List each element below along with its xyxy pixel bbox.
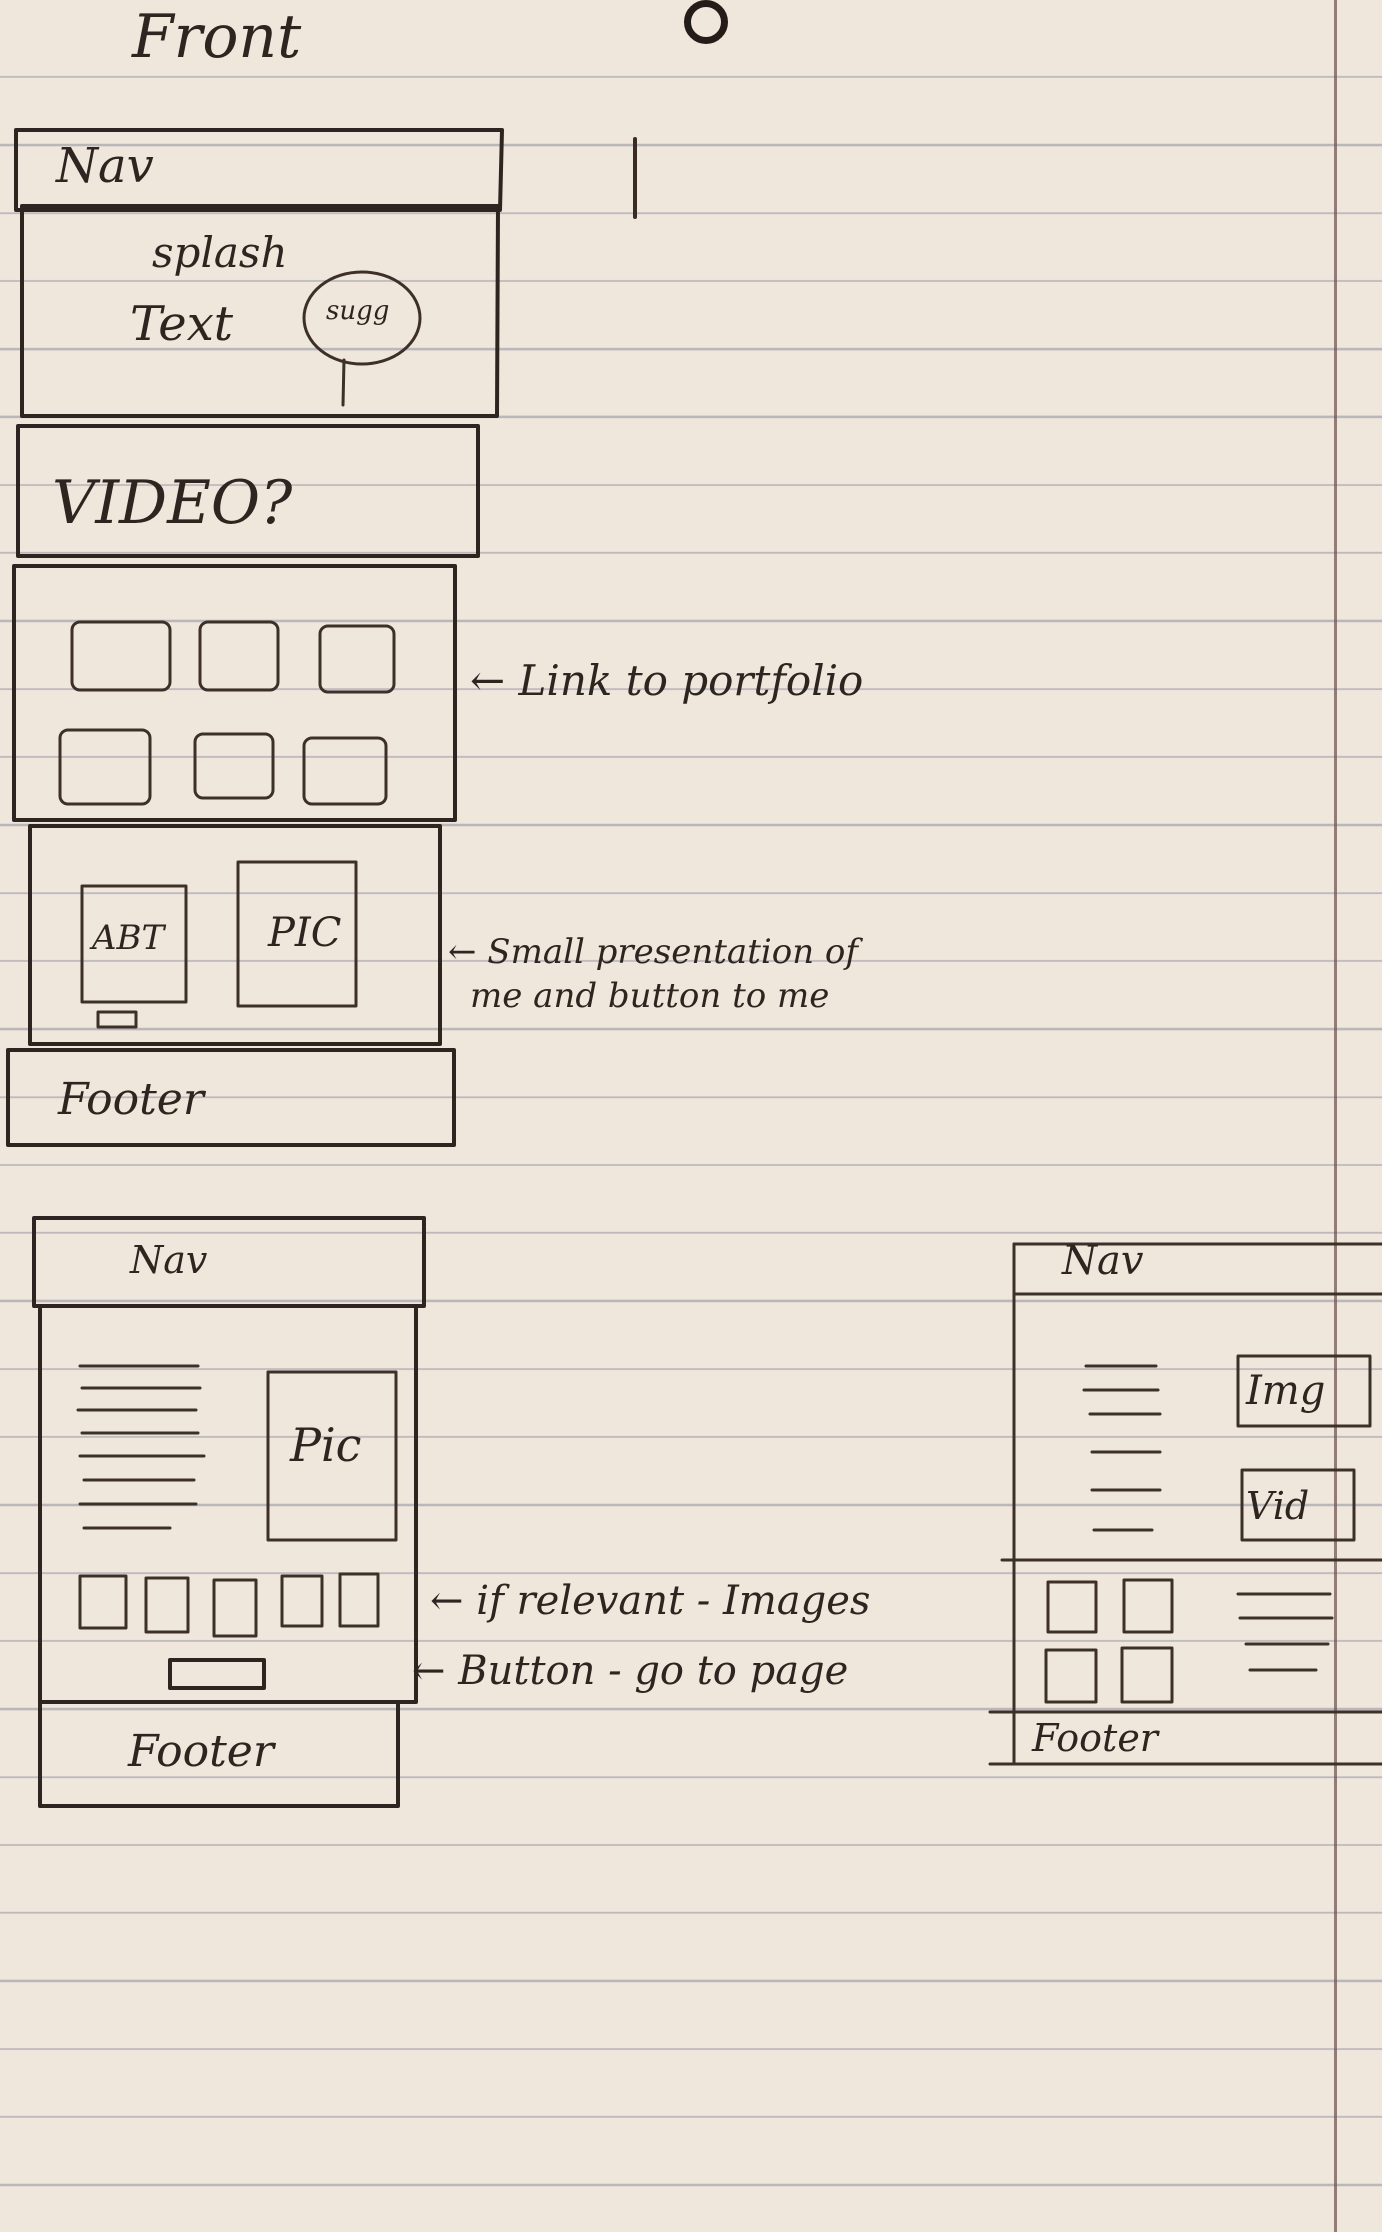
top-nav-label: Nav — [56, 138, 154, 194]
portfolio-grid — [58, 620, 396, 806]
portfolio-tile — [318, 624, 396, 694]
top-splash-line1: splash — [152, 228, 288, 277]
annotation-presentation-line1: ← Small presentation of — [448, 932, 858, 972]
portfolio-tile — [193, 732, 275, 800]
annotation-portfolio: ← Link to portfolio — [470, 656, 864, 705]
mid-nav-label: Nav — [130, 1238, 208, 1282]
top-about-pic-label: PIC — [268, 910, 342, 956]
portfolio-tile — [58, 728, 152, 806]
top-video-label: VIDEO? — [52, 468, 293, 538]
mid-text-lines — [76, 1364, 206, 1530]
right-nav-label: Nav — [1062, 1238, 1144, 1284]
right-thumbnails — [1044, 1578, 1334, 1704]
splash-badge-label: sugg — [326, 296, 390, 326]
portfolio-tile — [198, 620, 280, 692]
top-footer-label: Footer — [58, 1074, 204, 1125]
right-vid-label: Vid — [1246, 1484, 1310, 1528]
mid-thumbnails — [78, 1572, 380, 1638]
right-text-lines — [1082, 1364, 1162, 1532]
right-img-label: Img — [1246, 1368, 1326, 1414]
right-footer-label: Footer — [1032, 1716, 1158, 1760]
mid-footer-label: Footer — [128, 1726, 274, 1777]
mid-pic-label: Pic — [290, 1418, 362, 1472]
top-splash-line2: Text — [130, 296, 234, 352]
badge-stick — [341, 358, 346, 407]
top-about-label: ABT — [92, 918, 165, 958]
annotation-presentation-line2: me and button to me — [470, 976, 830, 1016]
annotation-button: ← Button - go to page — [412, 1648, 849, 1694]
annotation-images: ← if relevant - Images — [430, 1578, 871, 1624]
page-title: Front — [132, 2, 302, 72]
portfolio-tile — [302, 736, 388, 806]
portfolio-tile — [70, 620, 172, 692]
mid-nav-box — [32, 1216, 426, 1308]
mid-button — [168, 1658, 266, 1690]
about-small-button — [96, 1010, 138, 1029]
